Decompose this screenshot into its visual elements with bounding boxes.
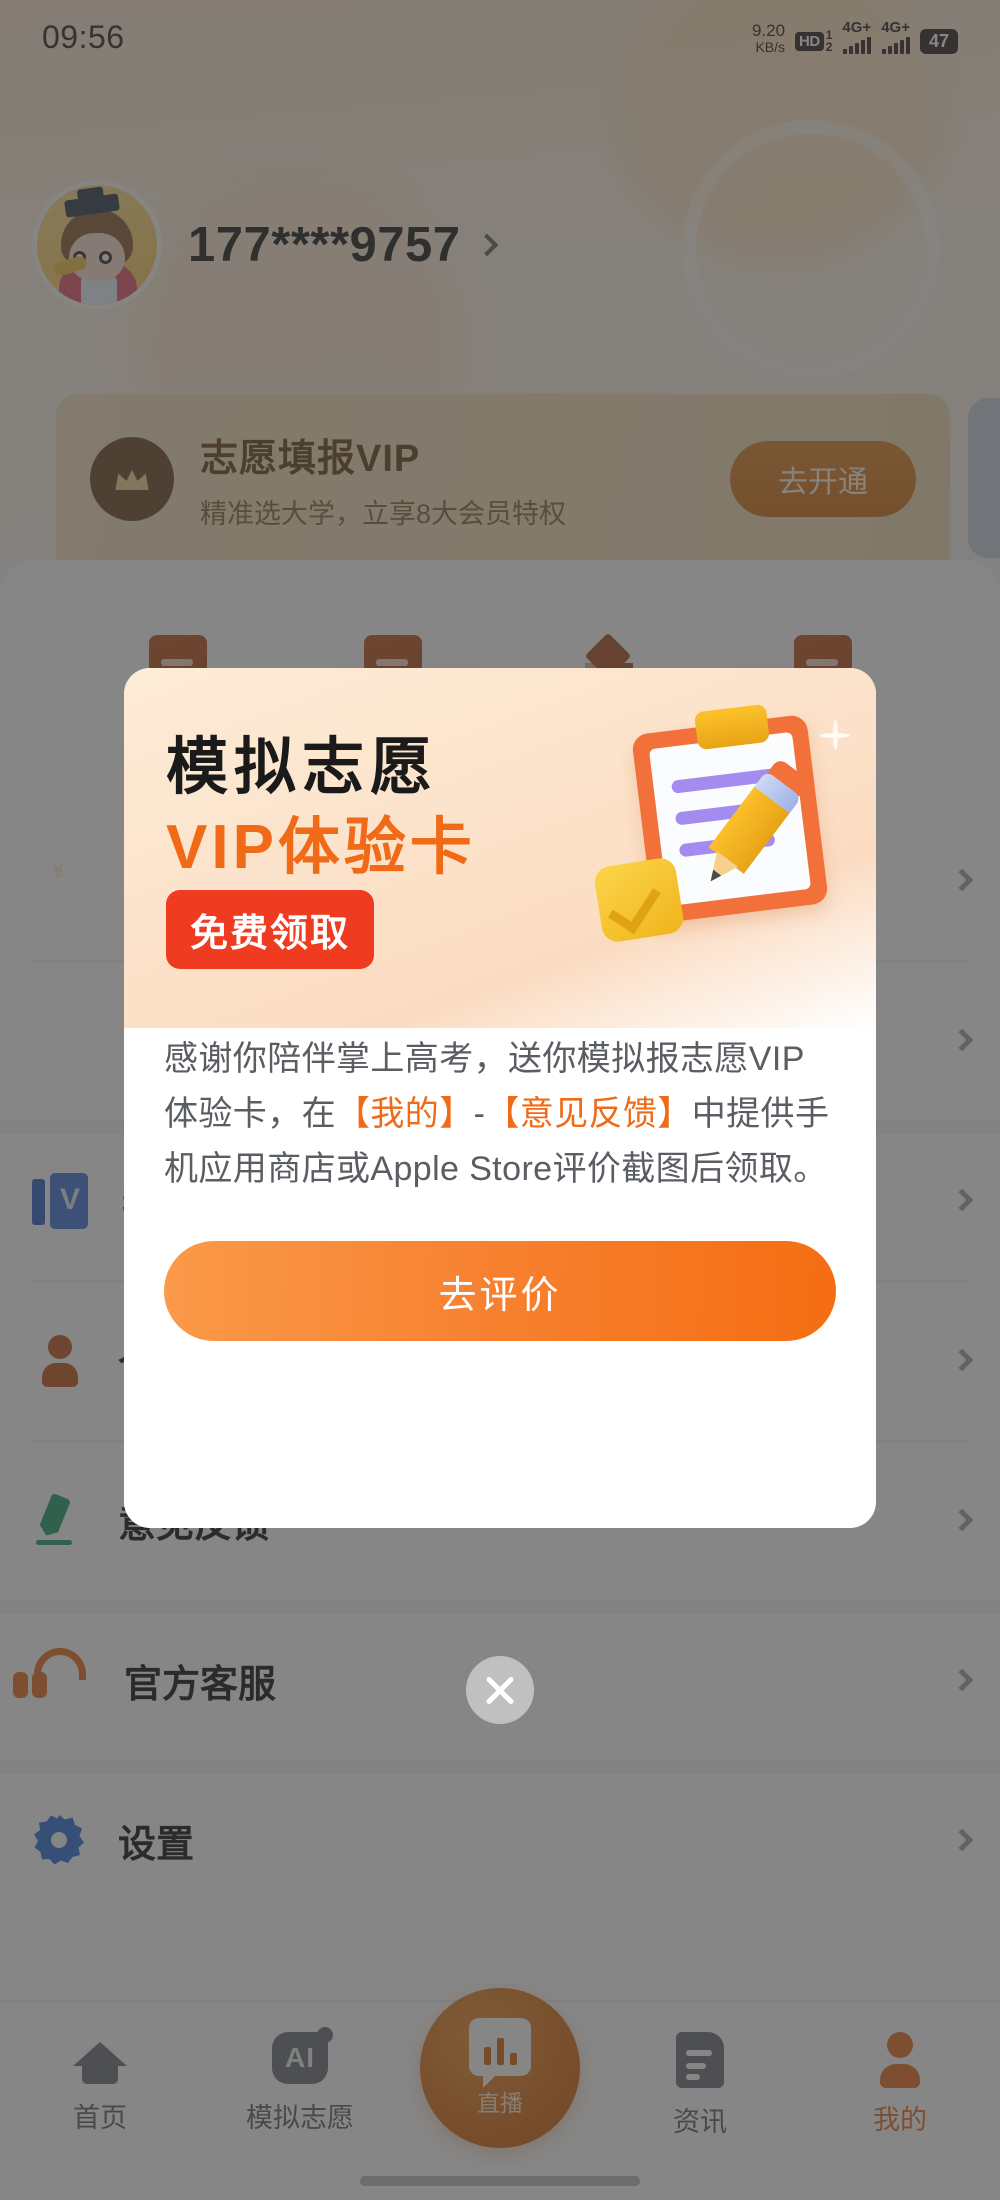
vip-trial-modal: 模拟志愿 VIP体验卡 免费领取 感谢你陪伴掌上高考，送你模拟报志愿VIP体验卡… [124,668,876,1528]
sparkle-icon [820,720,850,750]
close-icon[interactable] [466,1656,534,1724]
clipboard-pencil-illustration [584,678,876,978]
desc-highlight-mine: 【我的】 [336,1095,474,1134]
modal-body: 感谢你陪伴掌上高考，送你模拟报志愿VIP体验卡，在【我的】-【意见反馈】中提供手… [124,1032,876,1342]
desc-seg2: - [473,1095,486,1134]
checkmark-badge-icon [592,856,686,944]
modal-title-line1: 模拟志愿 [166,733,439,802]
modal-description: 感谢你陪伴掌上高考，送你模拟报志愿VIP体验卡，在【我的】-【意见反馈】中提供手… [164,1032,836,1197]
free-claim-badge: 免费领取 [166,890,375,969]
modal-title-line2: VIP体验卡 [166,813,476,882]
modal-header: 模拟志愿 VIP体验卡 免费领取 [124,668,876,1028]
desc-highlight-feedback: 【意见反馈】 [485,1095,692,1134]
go-review-button[interactable]: 去评价 [164,1241,836,1342]
